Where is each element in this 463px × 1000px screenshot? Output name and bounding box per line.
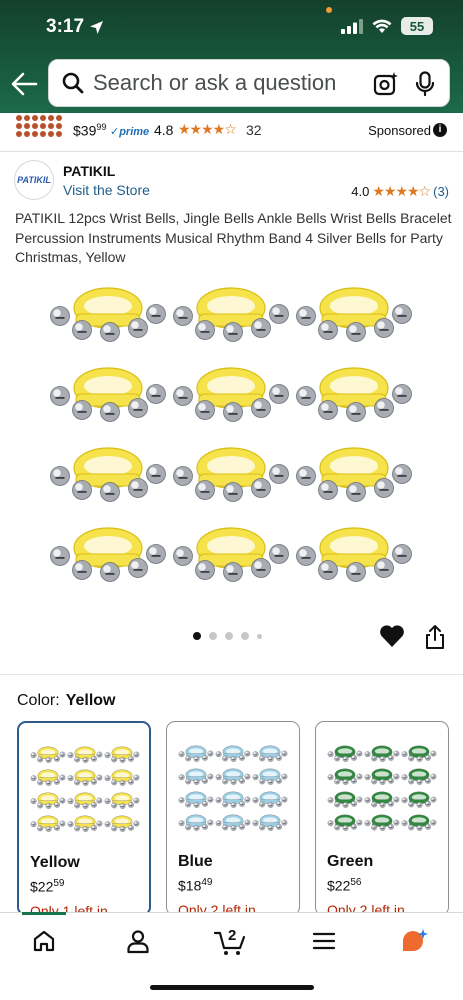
- microphone-icon[interactable]: [414, 71, 436, 97]
- prime-badge: ✓prime: [110, 126, 150, 138]
- sponsored-label: Sponsored: [368, 123, 431, 138]
- swatch-price-whole: $22: [30, 878, 54, 895]
- ad-rating-value: 4.8: [154, 122, 174, 138]
- visit-store-link[interactable]: Visit the Store: [63, 182, 150, 198]
- swatch-price-whole: $18: [178, 877, 202, 894]
- ad-price-whole: $39: [73, 122, 97, 139]
- image-carousel-dots[interactable]: [193, 632, 262, 640]
- tab-cart[interactable]: 2: [213, 926, 249, 956]
- rufus-icon: [403, 929, 428, 951]
- swatch-blue[interactable]: Blue $1849 Only 2 left in: [166, 721, 300, 916]
- review-count-link[interactable]: (3): [433, 184, 449, 199]
- menu-icon: [312, 932, 336, 950]
- search-bar[interactable]: Search or ask a question: [48, 59, 450, 107]
- color-variation-label: Color: Yellow: [17, 692, 115, 710]
- swatch-yellow-image: [30, 746, 140, 832]
- swatch-price: $2256: [327, 877, 361, 894]
- swatch-price-fraction: 49: [201, 877, 213, 888]
- ad-product-thumbnail[interactable]: [14, 113, 66, 143]
- tab-account[interactable]: [121, 926, 155, 956]
- carousel-dot[interactable]: [225, 632, 233, 640]
- swatch-price: $2259: [30, 878, 64, 895]
- swatch-name: Blue: [178, 853, 213, 870]
- star-rating-icon: ★★★★☆: [372, 183, 431, 199]
- rating-value: 4.0: [351, 184, 370, 199]
- app-header: 3:17 55 Search or ask a question: [0, 0, 463, 113]
- status-time-text: 3:17: [46, 16, 85, 37]
- privacy-indicator-dot: [326, 7, 332, 13]
- carousel-dot[interactable]: [193, 632, 201, 640]
- carousel-dot[interactable]: [257, 633, 262, 639]
- carousel-dot[interactable]: [241, 632, 249, 640]
- swatch-price-fraction: 59: [53, 878, 65, 889]
- color-label-text: Color:: [17, 692, 60, 709]
- product-image[interactable]: [46, 272, 416, 592]
- search-placeholder: Search or ask a question: [93, 70, 337, 95]
- ad-price-fraction: 99: [96, 122, 107, 132]
- ad-star-rating-icon: ★★★★☆: [178, 121, 237, 137]
- info-icon[interactable]: i: [433, 123, 447, 137]
- wifi-icon: [372, 19, 392, 33]
- battery-indicator: 55: [401, 17, 433, 35]
- swatch-price-fraction: 56: [350, 877, 362, 888]
- sponsored-ad-strip[interactable]: $3999 ✓prime 4.8 ★★★★☆ 32 Sponsored i: [0, 113, 463, 149]
- divider: [0, 151, 463, 152]
- swatch-yellow[interactable]: Yellow $2259 Only 1 left in: [17, 721, 151, 916]
- brand-logo[interactable]: PATIKIL: [14, 160, 54, 200]
- ad-review-count: 32: [246, 122, 262, 138]
- app-root: 3:17 55 Search or ask a question $3999 ✓…: [0, 0, 463, 1000]
- swatch-name: Green: [327, 853, 374, 870]
- camera-lens-icon[interactable]: [373, 71, 399, 97]
- selected-color-value: Yellow: [65, 692, 116, 709]
- product-rating[interactable]: 4.0 ★★★★☆ (3): [351, 183, 449, 200]
- swatch-green-image: [327, 745, 437, 831]
- tab-rufus[interactable]: [397, 926, 431, 956]
- product-title: PATIKIL 12pcs Wrist Bells, Jingle Bells …: [15, 210, 452, 265]
- active-tab-indicator: [22, 912, 66, 915]
- status-icons: 55: [341, 17, 433, 35]
- share-icon[interactable]: [424, 624, 446, 650]
- swatch-blue-image: [178, 745, 288, 831]
- home-icon: [33, 930, 55, 952]
- carousel-dot[interactable]: [209, 632, 217, 640]
- divider: [0, 674, 463, 675]
- swatch-price-whole: $22: [327, 877, 351, 894]
- location-arrow-icon: [90, 20, 104, 34]
- brand-name: PATIKIL: [63, 163, 116, 179]
- swatch-name: Yellow: [30, 854, 80, 871]
- swatch-price: $1849: [178, 877, 212, 894]
- heart-icon[interactable]: [379, 624, 405, 648]
- tab-menu[interactable]: [307, 926, 341, 956]
- status-time: 3:17: [46, 16, 104, 38]
- home-indicator: [150, 985, 314, 990]
- search-icon: [62, 72, 84, 94]
- back-arrow-icon[interactable]: [10, 71, 38, 97]
- cart-count: 2: [228, 927, 237, 944]
- tab-home[interactable]: [27, 926, 61, 956]
- ad-price: $3999: [73, 122, 106, 139]
- brand-logo-text: PATIKIL: [17, 175, 51, 185]
- cellular-signal-icon: [341, 18, 363, 34]
- swatch-green[interactable]: Green $2256 Only 2 left in: [315, 721, 449, 916]
- account-icon: [127, 930, 149, 954]
